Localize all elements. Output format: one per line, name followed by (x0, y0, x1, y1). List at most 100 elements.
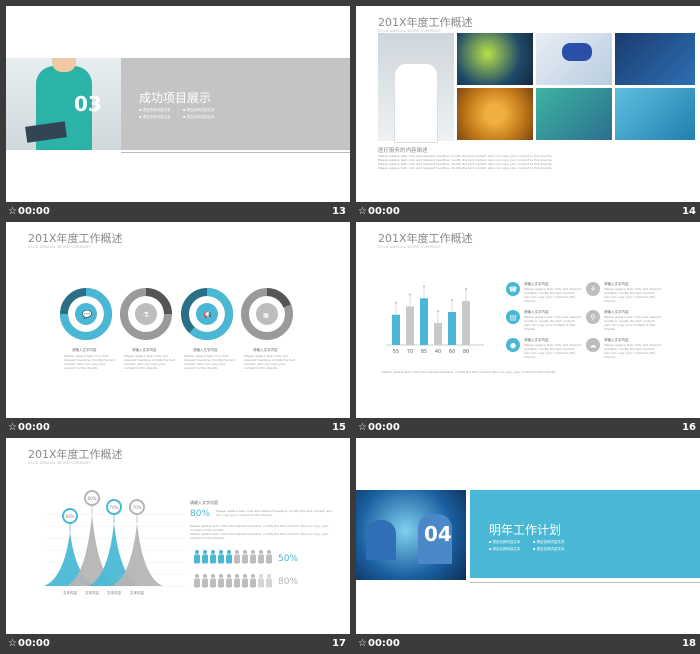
slide-footer: ☆ 00:00 18 (356, 634, 700, 654)
slide-canvas: 201X年度工作概述 201X ANNUAL WORK SUMMARY 55 70… (356, 222, 700, 418)
person-icon-body (234, 578, 240, 588)
person-icon-head (259, 574, 263, 578)
duration: 00:00 (368, 638, 400, 649)
person-icon-body (234, 554, 240, 564)
svg-text:📢: 📢 (203, 310, 212, 319)
operation-photo (615, 88, 695, 140)
person-icon-body (210, 554, 216, 564)
item-label-2: 请输入文字内容 (132, 348, 157, 352)
bar (420, 298, 428, 345)
person-icon-head (243, 574, 247, 578)
body-text: Please replace text, click add relevant … (378, 154, 553, 170)
person-icon-body (202, 578, 208, 588)
section-badge: 04 (424, 522, 452, 546)
duration: 00:00 (18, 206, 50, 217)
star-icon: ☆ (358, 422, 367, 433)
feature-icon-glyph: ⚘ (590, 286, 596, 294)
feature-icon-glyph: ☎ (509, 286, 518, 294)
slide-footer: ☆ 00:00 14 (356, 202, 700, 222)
section-badge: 03 (74, 92, 102, 116)
bar-stem-dot (423, 285, 425, 288)
people-icons (194, 550, 272, 588)
person-icon-head (259, 550, 263, 554)
feature-text: Please replace text, click add relevant … (524, 343, 582, 359)
ring-3: 📢 (181, 287, 234, 340)
star-icon: ☆ (358, 638, 367, 649)
svg-text:▦: ▦ (263, 312, 269, 319)
slide-canvas: 201X年度工作概述 201X ANNUAL WORK SUMMARY 医疗服务… (356, 6, 700, 202)
star-icon: ☆ (8, 206, 17, 217)
stat-80-bottom: 80% (278, 577, 299, 587)
bar (434, 323, 442, 345)
tick-label: 85 (421, 349, 427, 355)
tick-label: 80 (463, 349, 469, 355)
item-label-4: 请输入文字内容 (253, 348, 278, 352)
person-icon-head (227, 550, 231, 554)
person-icon-head (219, 550, 223, 554)
feature-icon-glyph: ▤ (510, 314, 517, 322)
slide-number: 14 (682, 206, 696, 217)
person-icon-head (211, 550, 215, 554)
feature-text: Please replace text, click add relevant … (604, 287, 662, 303)
duration: 00:00 (368, 422, 400, 433)
person-icon-head (235, 574, 239, 578)
slide-title: 成功项目展示 (139, 91, 212, 105)
slide-number: 16 (682, 422, 696, 433)
person-icon-body (250, 554, 256, 564)
person-icon-body (258, 578, 264, 588)
slide-title: 201X年度工作概述 (378, 16, 473, 29)
bar-stem-dot (451, 299, 453, 301)
ring-charts: 💬 ⚗ 📢 ▦ (60, 287, 293, 340)
footnote-text: Please replace text, click add relevant … (382, 370, 557, 374)
stat-50: 50% (278, 554, 299, 564)
tick-label: 70 (407, 349, 413, 355)
content-heading: 医疗服务的内容阐述 (378, 148, 428, 154)
bacteria-photo (457, 88, 533, 140)
star-icon: ☆ (8, 638, 17, 649)
person-icon-body (266, 578, 272, 588)
tick-label: 60 (449, 349, 455, 355)
person-icon-body (266, 554, 272, 564)
slide-canvas: 03 成功项目展示 ▪ 项目名称内容文本 ▪ 项目名称内容文本 ▪ 项目名称内容… (6, 6, 350, 202)
bar (462, 301, 470, 345)
item-text-2: Please replace text, click add relevant … (124, 354, 176, 370)
person-icon-head (235, 550, 239, 554)
divider (121, 152, 350, 153)
svg-text:⚗: ⚗ (143, 311, 149, 319)
slide-number: 13 (332, 206, 346, 217)
bar-stem-dot (409, 293, 411, 296)
person-icon-body (258, 554, 264, 564)
bar (448, 312, 456, 345)
person-icon-head (203, 550, 207, 554)
feature-text: Please replace text, click add relevant … (604, 343, 662, 359)
person-icon-body (218, 554, 224, 564)
pills-photo (536, 33, 612, 85)
slide-footer: ☆ 00:00 15 (6, 418, 350, 438)
item-text-4: Please replace text, click add relevant … (244, 354, 296, 370)
feature-text: Please replace text, click add relevant … (524, 287, 582, 303)
duration: 00:00 (18, 422, 50, 433)
star-icon: ☆ (358, 206, 367, 217)
slide-number: 18 (682, 638, 696, 649)
slide-canvas: 201X年度工作概述 201X ANNUAL WORK SUMMARY 60% 文… (6, 438, 350, 634)
slide-footer: ☆ 00:00 17 (6, 634, 350, 654)
item-label-3: 请输入文字内容 (193, 348, 218, 352)
star-icon: ☆ (8, 422, 17, 433)
person-icon-head (211, 574, 215, 578)
item-text-1: Please replace text, click add relevant … (64, 354, 116, 370)
person-icon-head (203, 574, 207, 578)
slide-title: 明年工作计划 (489, 523, 562, 537)
bar (392, 314, 400, 345)
bar-stem-dot (395, 301, 397, 304)
person-icon-head (243, 550, 247, 554)
ring-4: ▦ (241, 288, 293, 340)
feature-icon-glyph: ☁ (590, 342, 597, 350)
item-text-3: Please replace text, click add relevant … (184, 354, 236, 370)
bullet-list-right: ▪ 项目名称内容文本 ▪ 项目名称内容文本 (183, 108, 215, 119)
feature-icon-glyph: ● (510, 342, 516, 350)
surgery-photo (536, 88, 612, 140)
doctor-photo (378, 33, 454, 143)
duration: 00:00 (368, 206, 400, 217)
person-icon-head (195, 574, 199, 578)
item-label-1: 请输入文字内容 (72, 348, 97, 352)
